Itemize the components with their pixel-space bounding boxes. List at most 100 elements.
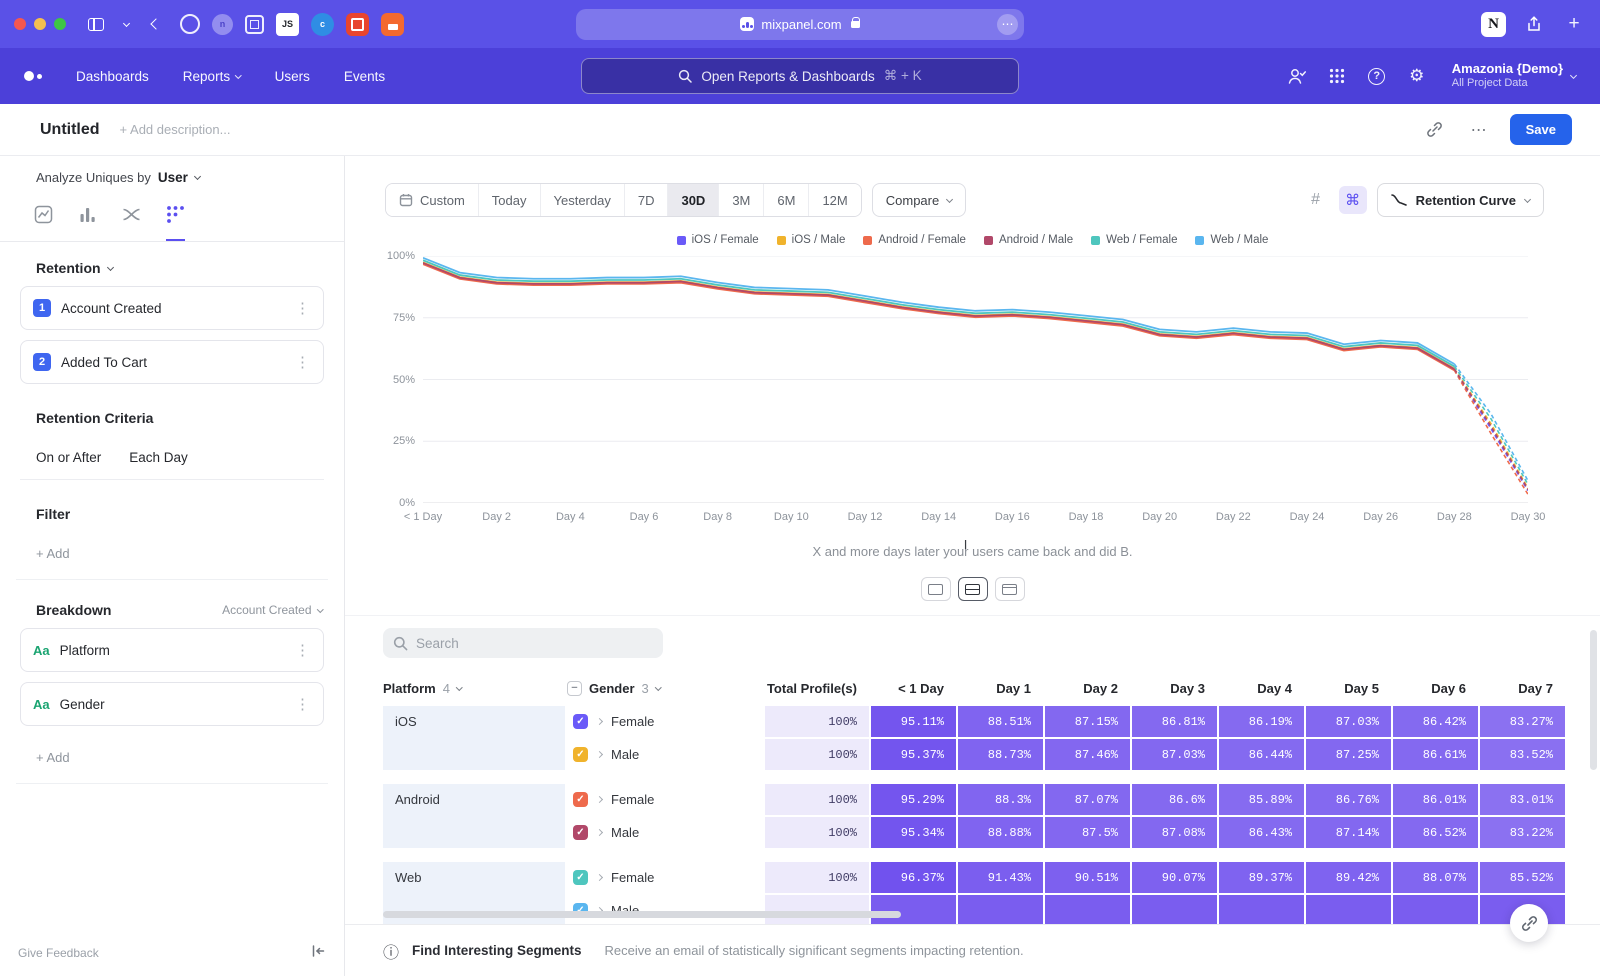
date-range-today[interactable]: Today bbox=[479, 184, 541, 216]
page-title[interactable]: Untitled bbox=[40, 121, 100, 139]
more-options-button[interactable]: ⋯ bbox=[1466, 117, 1492, 143]
segment-checkbox[interactable]: ✓ bbox=[573, 714, 588, 729]
minimize-window-button[interactable] bbox=[34, 18, 46, 30]
add-description-button[interactable]: + Add description... bbox=[120, 122, 231, 137]
retention-cell[interactable]: 86.43% bbox=[1219, 817, 1304, 848]
orange-app-icon[interactable] bbox=[381, 13, 404, 36]
retention-cell[interactable]: 87.5% bbox=[1045, 817, 1130, 848]
gender-cell[interactable]: ✓Male bbox=[567, 739, 763, 770]
segment-checkbox[interactable]: ✓ bbox=[573, 792, 588, 807]
gender-cell[interactable]: ✓Female bbox=[567, 706, 763, 737]
retention-cell[interactable]: 95.34% bbox=[871, 817, 956, 848]
retention-cell[interactable] bbox=[1306, 895, 1391, 924]
retention-cell[interactable]: 88.73% bbox=[958, 739, 1043, 770]
absolute-numbers-toggle[interactable]: # bbox=[1303, 187, 1329, 213]
segment-checkbox[interactable]: ✓ bbox=[573, 870, 588, 885]
select-all-checkbox[interactable]: − bbox=[567, 681, 582, 696]
retention-cell[interactable]: 90.07% bbox=[1132, 862, 1217, 893]
legend-item[interactable]: Web / Male bbox=[1195, 234, 1268, 246]
chevron-right-icon[interactable] bbox=[596, 874, 603, 881]
column-header[interactable]: Day 7 bbox=[1480, 681, 1565, 696]
retention-step-1[interactable]: 1 Account Created ⋮ bbox=[20, 286, 324, 330]
retention-cell[interactable]: 87.14% bbox=[1306, 817, 1391, 848]
retention-cell[interactable]: 87.07% bbox=[1045, 784, 1130, 815]
segments-title[interactable]: Find Interesting Segments bbox=[412, 943, 582, 958]
vertical-scrollbar[interactable] bbox=[1590, 630, 1597, 770]
platform-cell[interactable]: Android bbox=[383, 784, 565, 848]
analyze-value-dropdown[interactable]: User bbox=[158, 170, 188, 185]
chart-plot-area[interactable] bbox=[423, 256, 1528, 503]
column-header[interactable]: Day 1 bbox=[958, 681, 1043, 696]
gender-cell[interactable]: ✓Female bbox=[567, 784, 763, 815]
timer-icon[interactable] bbox=[180, 14, 200, 34]
retention-cell[interactable]: 85.52% bbox=[1480, 862, 1565, 893]
table-only-view-button[interactable] bbox=[995, 577, 1025, 601]
browser-sidebar-toggle[interactable] bbox=[84, 12, 108, 36]
retention-cell[interactable]: 86.76% bbox=[1306, 784, 1391, 815]
retention-step-2[interactable]: 2 Added To Cart ⋮ bbox=[20, 340, 324, 384]
legend-item[interactable]: Web / Female bbox=[1091, 234, 1177, 246]
retention-cell[interactable]: 87.03% bbox=[1132, 739, 1217, 770]
retention-cell[interactable]: 86.01% bbox=[1393, 784, 1478, 815]
retention-cell[interactable]: 89.42% bbox=[1306, 862, 1391, 893]
kebab-menu-icon[interactable]: ⋮ bbox=[295, 641, 311, 659]
column-header[interactable]: Day 2 bbox=[1045, 681, 1130, 696]
retention-cell[interactable]: 83.01% bbox=[1480, 784, 1565, 815]
retention-cell[interactable]: 87.46% bbox=[1045, 739, 1130, 770]
chevron-right-icon[interactable] bbox=[596, 751, 603, 758]
retention-cell[interactable]: 95.37% bbox=[871, 739, 956, 770]
column-header[interactable]: < 1 Day bbox=[871, 681, 956, 696]
date-range-6m[interactable]: 6M bbox=[764, 184, 809, 216]
retention-cell[interactable]: 87.08% bbox=[1132, 817, 1217, 848]
nav-item-users[interactable]: Users bbox=[275, 69, 310, 84]
column-header[interactable]: Total Profile(s) bbox=[765, 681, 869, 696]
date-range-custom[interactable]: Custom bbox=[386, 184, 479, 216]
url-bar[interactable]: mixpanel.com ⋯ bbox=[576, 9, 1024, 40]
add-breakdown-button[interactable]: + Add bbox=[36, 750, 70, 765]
nav-item-reports[interactable]: Reports bbox=[183, 69, 241, 84]
tab-retention[interactable] bbox=[166, 205, 185, 241]
notion-icon[interactable]: N bbox=[1481, 12, 1506, 37]
retention-cell[interactable]: 96.37% bbox=[871, 862, 956, 893]
legend-item[interactable]: iOS / Female bbox=[677, 234, 759, 246]
date-range-30d[interactable]: 30D bbox=[668, 184, 719, 216]
retention-cell[interactable] bbox=[1045, 895, 1130, 924]
breakdown-platform[interactable]: Aa Platform ⋮ bbox=[20, 628, 324, 672]
breakdown-scope-dropdown[interactable]: Account Created bbox=[222, 603, 322, 617]
share-link-fab[interactable] bbox=[1510, 904, 1548, 942]
retention-cell[interactable]: 85.89% bbox=[1219, 784, 1304, 815]
profile-icon[interactable]: n bbox=[212, 14, 233, 35]
gender-cell[interactable]: ✓Male bbox=[567, 895, 763, 924]
command-toggle[interactable]: ⌘ bbox=[1339, 186, 1367, 214]
date-range-7d[interactable]: 7D bbox=[625, 184, 669, 216]
retention-cell[interactable] bbox=[1219, 895, 1304, 924]
retention-cell[interactable] bbox=[1393, 895, 1478, 924]
retention-cell[interactable]: 86.52% bbox=[1393, 817, 1478, 848]
retention-cell[interactable]: 87.03% bbox=[1306, 706, 1391, 737]
date-range-12m[interactable]: 12M bbox=[809, 184, 860, 216]
nav-item-events[interactable]: Events bbox=[344, 69, 385, 84]
tab-flows[interactable] bbox=[122, 205, 141, 241]
column-header[interactable]: Day 6 bbox=[1393, 681, 1478, 696]
date-range-yesterday[interactable]: Yesterday bbox=[541, 184, 625, 216]
column-header[interactable]: Day 4 bbox=[1219, 681, 1304, 696]
apps-grid-icon[interactable] bbox=[1326, 65, 1348, 87]
add-filter-button[interactable]: + Add bbox=[36, 546, 70, 561]
table-search[interactable] bbox=[383, 628, 663, 658]
platform-cell[interactable]: iOS bbox=[383, 706, 565, 770]
segment-checkbox[interactable]: ✓ bbox=[573, 825, 588, 840]
retention-cell[interactable]: 88.88% bbox=[958, 817, 1043, 848]
column-header[interactable]: Day 5 bbox=[1306, 681, 1391, 696]
segment-checkbox[interactable]: ✓ bbox=[573, 747, 588, 762]
red-app-icon[interactable] bbox=[346, 13, 369, 36]
chevron-right-icon[interactable] bbox=[596, 829, 603, 836]
new-tab-button[interactable]: + bbox=[1562, 12, 1586, 36]
retention-cell[interactable]: 95.29% bbox=[871, 784, 956, 815]
tab-funnels[interactable] bbox=[78, 205, 97, 241]
table-search-input[interactable] bbox=[416, 636, 636, 651]
platform-column-header[interactable]: Platform 4 bbox=[383, 681, 565, 696]
compare-button[interactable]: Compare bbox=[872, 183, 966, 217]
criteria-interval-dropdown[interactable]: Each Day bbox=[129, 450, 188, 465]
kebab-menu-icon[interactable]: ⋮ bbox=[295, 695, 311, 713]
gender-cell[interactable]: ✓Female bbox=[567, 862, 763, 893]
